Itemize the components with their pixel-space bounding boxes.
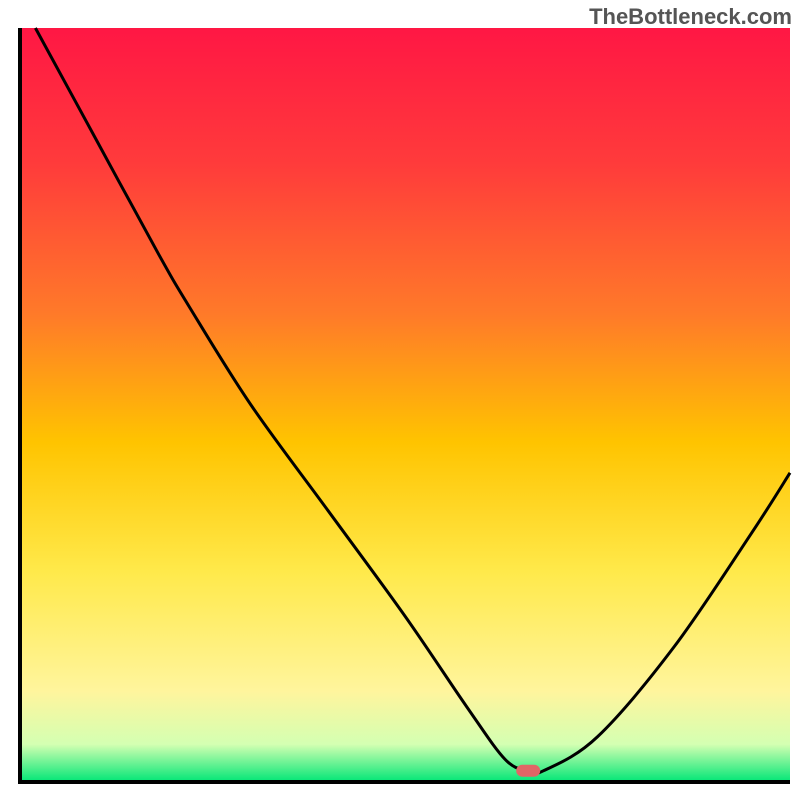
optimal-marker: [516, 765, 540, 777]
gradient-background: [20, 28, 790, 782]
watermark-text: TheBottleneck.com: [589, 4, 792, 30]
bottleneck-chart: [0, 0, 800, 800]
chart-container: TheBottleneck.com: [0, 0, 800, 800]
